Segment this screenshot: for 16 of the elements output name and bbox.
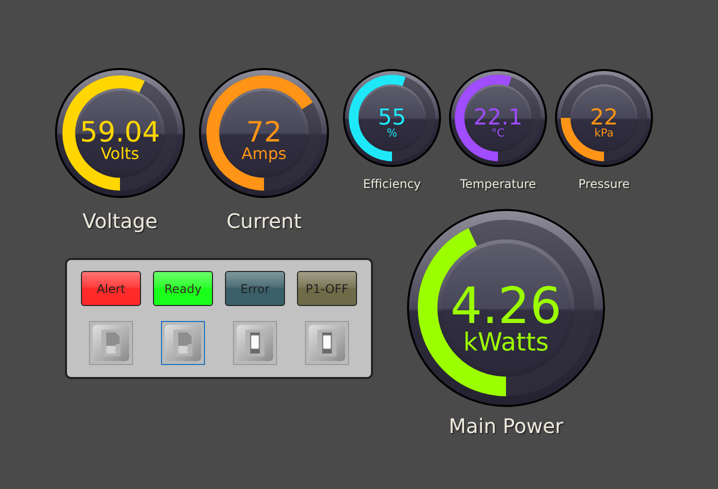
- gauge-label: Current: [226, 211, 302, 231]
- status-button[interactable]: P1-OFF: [297, 271, 357, 306]
- gauge-unit: °C: [491, 126, 505, 140]
- toggle-switch[interactable]: [89, 321, 133, 365]
- status-button[interactable]: Error: [225, 271, 285, 306]
- gauge-label: Efficiency: [363, 178, 421, 190]
- gauge-label: Main Power: [448, 416, 564, 436]
- toggle-switch[interactable]: [305, 321, 349, 365]
- gauge-label: Voltage: [82, 211, 158, 231]
- gauge-label: Pressure: [578, 178, 630, 190]
- toggle-switch[interactable]: [161, 321, 205, 365]
- status-button[interactable]: Ready: [153, 271, 213, 306]
- status-button[interactable]: Alert: [81, 271, 141, 306]
- toggle-switch[interactable]: [233, 321, 277, 365]
- gauge-unit: Volts: [100, 144, 140, 163]
- gauge-label: Temperature: [460, 178, 536, 190]
